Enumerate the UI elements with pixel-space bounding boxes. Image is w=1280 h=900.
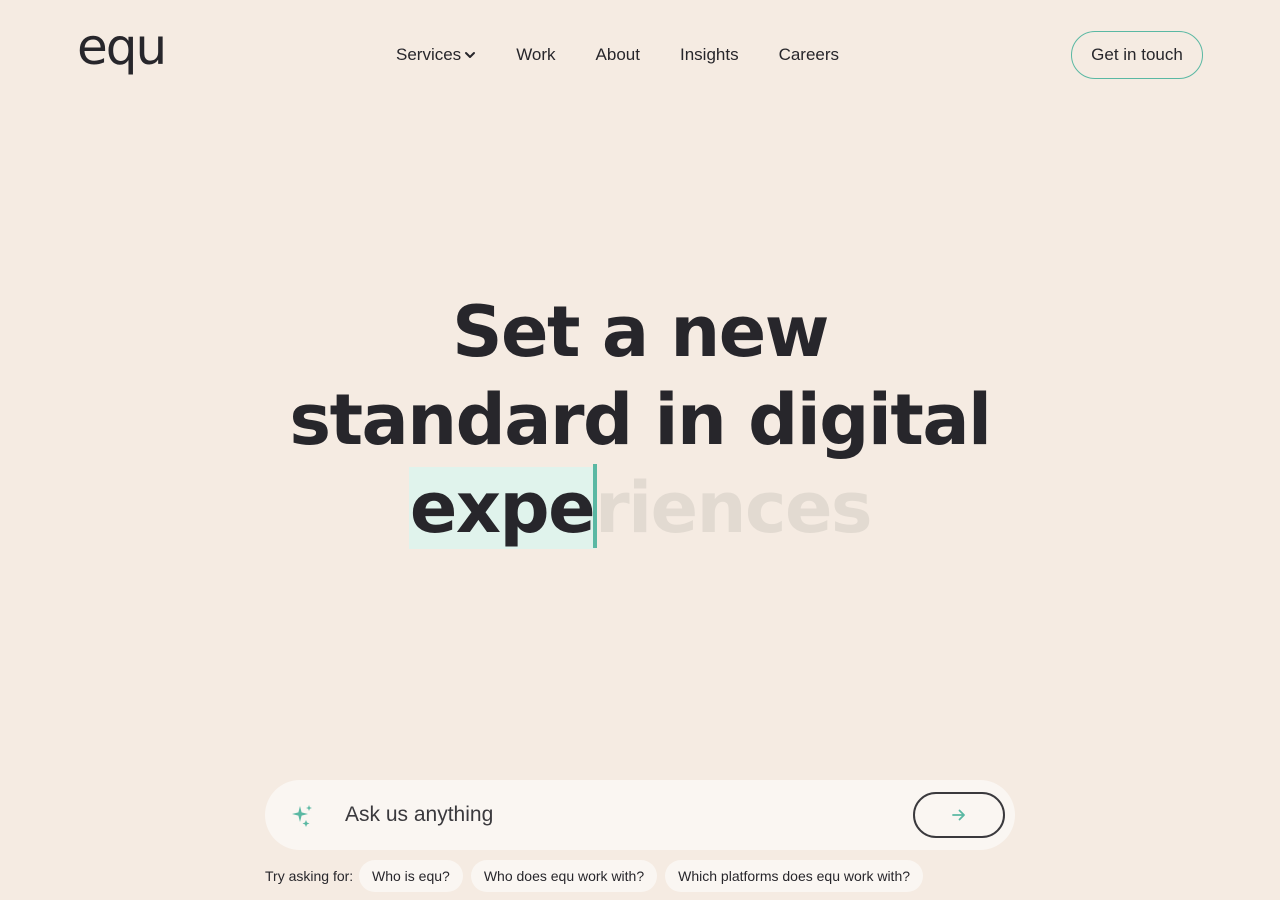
arrow-right-icon [951, 808, 967, 822]
page: equ Services Work About Insights Careers… [0, 0, 1280, 900]
hero-line-2: standard in digital [289, 379, 992, 461]
nav-work[interactable]: Work [516, 44, 555, 66]
suggestion-chip[interactable]: Who does equ work with? [470, 860, 658, 892]
nav-services-label: Services [396, 45, 462, 64]
suggestion-chip[interactable]: Which platforms does equ work with? [665, 860, 924, 892]
ask-input[interactable] [345, 798, 895, 832]
typed-text: expe [408, 467, 596, 549]
chevron-down-icon [464, 49, 476, 61]
sparkle-icon [290, 803, 316, 829]
hero-headline: Set a new standard in digital experience… [0, 288, 1280, 552]
get-in-touch-button[interactable]: Get in touch [1071, 31, 1203, 79]
logo[interactable]: equ [77, 22, 167, 72]
ask-send-button[interactable] [913, 792, 1005, 838]
hero-line-1: Set a new [452, 291, 829, 373]
nav-services[interactable]: Services [396, 44, 476, 66]
main-nav: Services Work About Insights Careers [396, 44, 839, 66]
suggestion-chips: Who is equ? Who does equ work with? Whic… [359, 860, 924, 892]
suggestion-chip[interactable]: Who is equ? [359, 860, 463, 892]
nav-insights[interactable]: Insights [680, 44, 739, 66]
hero-line-3: experiences [0, 464, 1280, 552]
nav-careers[interactable]: Careers [779, 44, 839, 66]
ghost-text: riences [595, 467, 872, 549]
nav-about[interactable]: About [596, 44, 640, 66]
try-asking-label: Try asking for: [265, 868, 354, 884]
